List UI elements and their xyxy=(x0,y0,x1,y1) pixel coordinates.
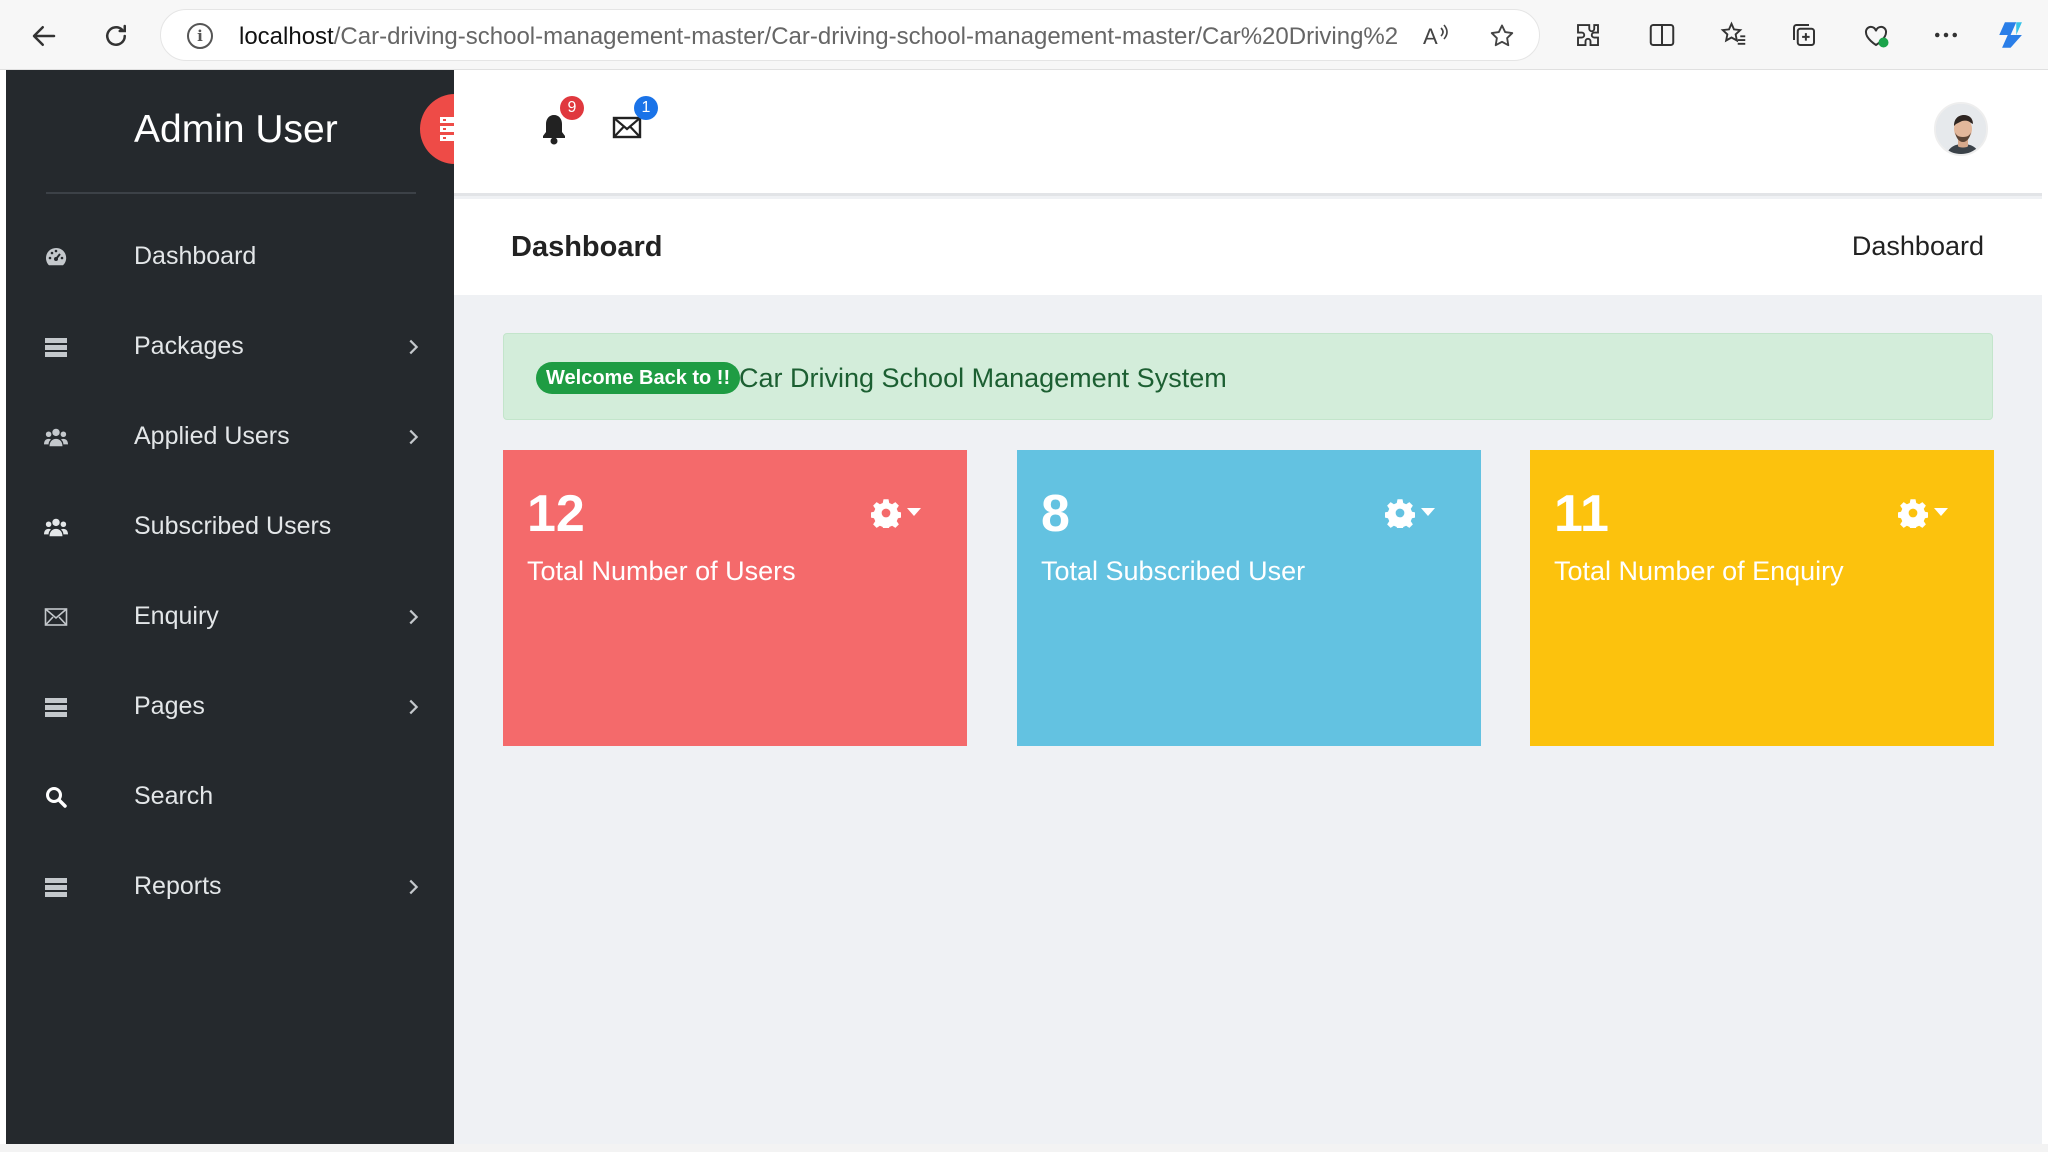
sidebar-item-dashboard[interactable]: Dashboard xyxy=(6,212,454,302)
favorite-star-icon[interactable] xyxy=(1487,22,1517,57)
sidebar-item-label: Dashboard xyxy=(134,242,257,270)
list-icon xyxy=(44,695,68,719)
stat-card-users[interactable]: 12 Total Number of Users xyxy=(503,450,967,746)
sidebar-item-label: Enquiry xyxy=(134,602,219,630)
stat-value: 8 xyxy=(1041,485,1070,543)
welcome-alert: Welcome Back to !! Car Driving School Ma… xyxy=(503,333,1993,420)
welcome-badge: Welcome Back to !! xyxy=(536,362,741,394)
sidebar-item-label: Subscribed Users xyxy=(134,512,332,540)
sidebar-menu: Dashboard Packages Applied Users Subscri… xyxy=(6,212,454,932)
page-title: Dashboard xyxy=(511,231,663,263)
gear-icon[interactable] xyxy=(1385,498,1415,528)
message-count-badge: 1 xyxy=(634,96,658,120)
address-bar[interactable]: i localhost/Car-driving-school-managemen… xyxy=(160,9,1540,61)
gear-icon[interactable] xyxy=(871,498,901,528)
sidebar-item-packages[interactable]: Packages xyxy=(6,302,454,392)
chevron-right-icon xyxy=(409,609,419,625)
read-aloud-icon[interactable]: A xyxy=(1423,22,1453,57)
browser-toolbar: i localhost/Car-driving-school-managemen… xyxy=(0,0,2048,70)
sidebar-item-label: Pages xyxy=(134,692,205,720)
app-window: Admin User Dashboard Packages Applied Us… xyxy=(6,70,2042,1144)
collections-icon[interactable] xyxy=(1786,17,1822,53)
site-info-icon[interactable]: i xyxy=(187,23,213,49)
list-icon xyxy=(44,335,68,359)
envelope-icon xyxy=(612,116,642,139)
sidebar-item-reports[interactable]: Reports xyxy=(6,842,454,932)
user-avatar[interactable] xyxy=(1934,102,1988,156)
chevron-right-icon xyxy=(409,879,419,895)
chevron-right-icon xyxy=(409,699,419,715)
url-text: localhost/Car-driving-school-management-… xyxy=(239,23,1399,50)
welcome-text: Car Driving School Management System xyxy=(739,363,1227,393)
sidebar-item-label: Packages xyxy=(134,332,244,360)
messages-button[interactable]: 1 xyxy=(612,96,658,144)
sidebar-item-pages[interactable]: Pages xyxy=(6,662,454,752)
notification-count-badge: 9 xyxy=(560,96,584,120)
chevron-down-icon[interactable] xyxy=(1421,508,1435,516)
sidebar-item-enquiry[interactable]: Enquiry xyxy=(6,572,454,662)
window-bottom-edge xyxy=(0,1144,2048,1152)
sidebar-item-applied-users[interactable]: Applied Users xyxy=(6,392,454,482)
sidebar-item-label: Search xyxy=(134,782,214,810)
copilot-icon[interactable] xyxy=(1994,17,2030,53)
sidebar-brand[interactable]: Admin User xyxy=(134,108,338,152)
extensions-icon[interactable] xyxy=(1570,17,1606,53)
more-options-icon[interactable] xyxy=(1928,17,1964,53)
sidebar-item-subscribed-users[interactable]: Subscribed Users xyxy=(6,482,454,572)
envelope-icon xyxy=(44,605,68,629)
search-icon xyxy=(44,785,68,809)
top-header xyxy=(454,70,2042,196)
chevron-down-icon[interactable] xyxy=(907,508,921,516)
stat-value: 11 xyxy=(1554,485,1609,543)
chevron-right-icon xyxy=(409,339,419,355)
users-icon xyxy=(44,515,68,539)
browser-essentials-icon[interactable] xyxy=(1858,17,1894,53)
page-header: Dashboard Dashboard xyxy=(454,199,2042,295)
list-icon xyxy=(44,875,68,899)
users-icon xyxy=(44,425,68,449)
stat-label: Total Number of Enquiry xyxy=(1554,556,1844,586)
sidebar-item-label: Applied Users xyxy=(134,422,290,450)
back-icon[interactable] xyxy=(24,16,64,56)
chevron-right-icon xyxy=(409,429,419,445)
stat-label: Total Subscribed User xyxy=(1041,556,1306,586)
stat-card-enquiry[interactable]: 11 Total Number of Enquiry xyxy=(1530,450,1994,746)
svg-text:A: A xyxy=(1423,24,1438,49)
gear-icon[interactable] xyxy=(1898,498,1928,528)
stat-label: Total Number of Users xyxy=(527,556,796,586)
sidebar-item-search[interactable]: Search xyxy=(6,752,454,842)
split-screen-icon[interactable] xyxy=(1644,17,1680,53)
stat-value: 12 xyxy=(527,485,585,543)
dashboard-icon xyxy=(44,245,68,269)
breadcrumb[interactable]: Dashboard xyxy=(1852,231,1984,262)
chevron-down-icon[interactable] xyxy=(1934,508,1948,516)
sidebar-item-label: Reports xyxy=(134,872,222,900)
sidebar: Admin User Dashboard Packages Applied Us… xyxy=(6,70,454,1144)
reload-icon[interactable] xyxy=(96,16,136,56)
sidebar-divider xyxy=(46,192,416,194)
notifications-button[interactable]: 9 xyxy=(540,96,584,148)
favorites-icon[interactable] xyxy=(1716,17,1752,53)
stat-card-subscribed[interactable]: 8 Total Subscribed User xyxy=(1017,450,1481,746)
